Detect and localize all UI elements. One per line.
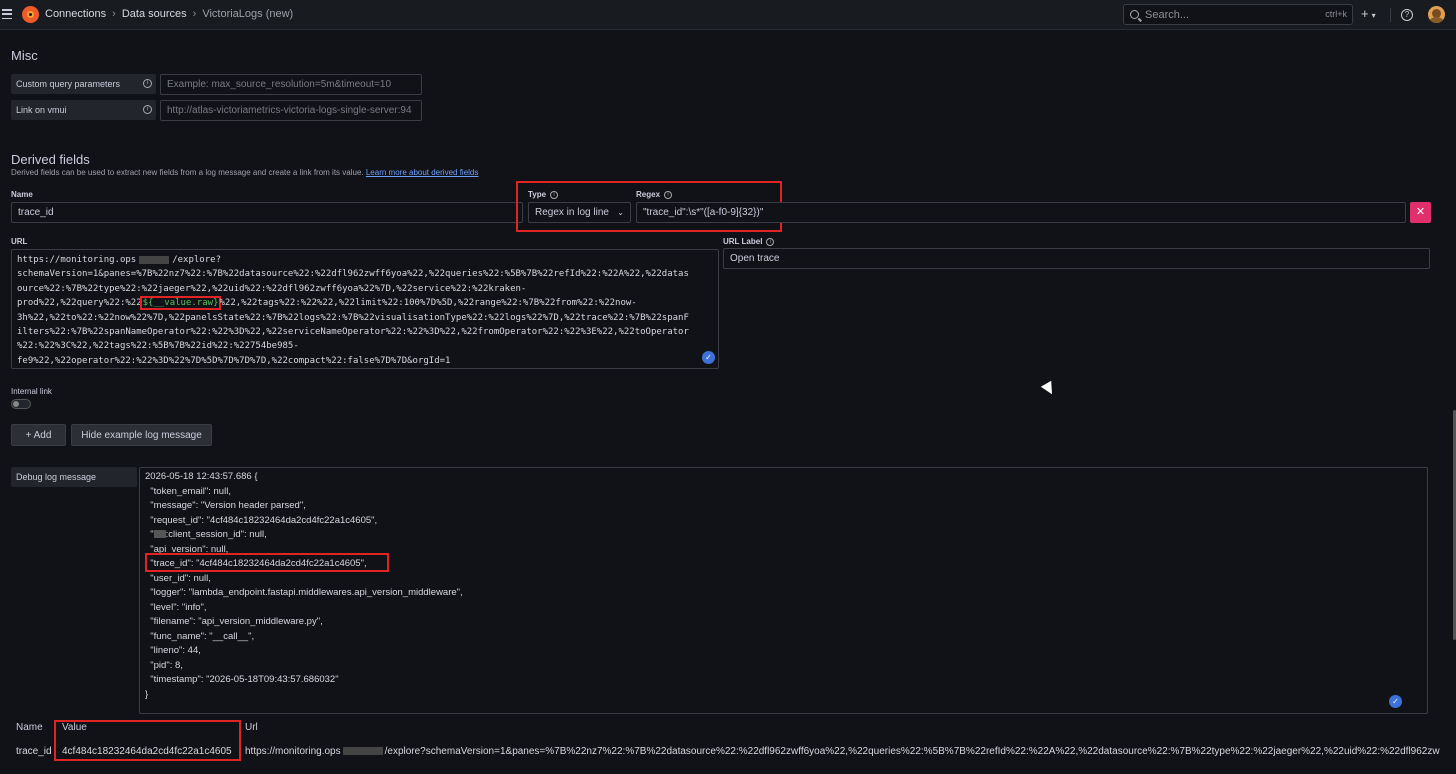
result-name: trace_id [16,746,52,757]
description-text: Derived fields can be used to extract ne… [11,168,364,177]
custom-query-label-text: Custom query parameters [16,79,121,89]
value-raw-variable: ${__value.raw} [139,296,222,311]
result-value: 4cf484c18232464da2cd4fc22a1c4605 [62,746,232,757]
breadcrumb-connections[interactable]: Connections [45,8,106,20]
column-header-name: Name [16,722,43,733]
help-icon[interactable]: ? [1401,9,1413,21]
custom-query-input[interactable]: Example: max_source_resolution=5m&timeou… [160,74,422,95]
plus-icon: + [1361,6,1369,21]
info-icon[interactable]: i [143,79,152,88]
log-line: :client_session_id": null, [165,529,267,540]
url-label-input[interactable]: Open trace [723,248,1430,269]
redacted-text [153,530,166,539]
log-line: "message": "Version header parsed", [145,500,306,511]
url-label-label: URL Label i [723,237,775,246]
redacted-text [342,747,383,756]
name-label: Name [11,190,33,199]
log-line: "timestamp": "2026-05-18T09:43:57.686032… [145,674,339,685]
result-url-prefix: https://monitoring.ops [245,746,341,757]
type-select-value: Regex in log line [535,207,609,218]
check-icon: ✓ [702,351,715,364]
url-line: ilters%22:%7B%22spanNameOperator%22:%22%… [17,327,689,338]
type-select[interactable]: Regex in log line ⌄ [528,202,631,223]
name-input[interactable]: trace_id [11,202,523,223]
type-label-text: Type [528,190,547,199]
custom-query-label: Custom query parameters i [11,74,156,94]
breadcrumb-separator: › [112,8,116,20]
log-line: } [145,688,149,700]
avatar[interactable] [1428,6,1445,23]
info-icon[interactable]: i [766,237,775,246]
url-textarea[interactable]: https://monitoring.ops/explore? schemaVe… [11,249,719,369]
url-label: URL [11,237,28,246]
url-line: %22,%22tags%22:%22%22,%22limit%22:100%7D… [219,298,637,309]
mouse-cursor-icon [1040,380,1058,398]
search-placeholder: Search... [1145,8,1190,21]
link-vmui-label-text: Link on vmui [16,105,67,115]
divider [1390,8,1391,22]
derived-fields-description: Derived fields can be used to extract ne… [11,168,478,177]
url-line: https://monitoring.ops [17,255,137,265]
add-field-button[interactable]: + Add [11,424,66,446]
type-label: Type i [528,190,559,199]
log-line: "token_email": null, [145,485,231,497]
log-line: "pid": 8, [145,659,183,671]
debug-log-label: Debug log message [11,467,137,487]
misc-section-title: Misc [11,48,38,63]
regex-label-text: Regex [636,190,661,199]
log-line: "user_id": null, [145,572,211,584]
search-shortcut: ctrl+k [1325,9,1347,19]
log-line: "request_id": "4cf484c18232464da2cd4fc22… [145,514,378,526]
url-line: /explore? [172,255,221,265]
url-line: fe9%22,%22operator%22:%22%3D%22%7D%5D%7D… [17,355,451,366]
breadcrumb-separator: › [192,8,197,20]
log-line: "func_name": "__call__", [145,630,255,642]
chevron-down-icon: ⌄ [617,208,624,217]
delete-field-button[interactable]: ✕ [1410,202,1431,223]
link-vmui-label: Link on vmui i [11,100,156,120]
top-navbar: Connections › Data sources › VictoriaLog… [0,0,1456,30]
derived-fields-title: Derived fields [11,152,90,167]
menu-icon[interactable] [2,8,12,20]
regex-label: Regex i [636,190,673,199]
search-input[interactable]: Search... ctrl+k [1123,4,1353,25]
check-icon: ✓ [1389,695,1402,708]
url-line: %22:%22%3C%22,%22tags%22:%5B%7B%22id%22:… [17,341,299,352]
column-header-url: Url [245,722,258,733]
debug-log-textarea[interactable]: 2026-05-18 12:43:57.686 { "token_email":… [139,467,1428,714]
breadcrumb-data-sources[interactable]: Data sources [122,8,187,20]
internal-link-label: Internal link [11,387,52,396]
info-icon[interactable]: i [550,190,559,199]
regex-input[interactable]: "trace_id":\s*"([a-f0-9]{32})" [636,202,1406,223]
url-line: prod%22,%22query%22:%22 [17,298,142,309]
search-icon [1130,10,1139,19]
hide-example-button[interactable]: Hide example log message [71,424,212,446]
breadcrumb: Connections › Data sources › VictoriaLog… [45,8,293,20]
chevron-down-icon: ▾ [1371,11,1376,20]
url-line: ource%22:%7B%22type%22:%22jaeger%22,%22u… [17,283,527,294]
info-icon[interactable]: i [664,190,673,199]
info-icon[interactable]: i [143,105,152,114]
redacted-text [139,255,170,264]
log-line: "level": "info", [145,601,207,613]
log-line: "logger": "lambda_endpoint.fastapi.middl… [145,587,463,598]
log-line: " [145,529,154,540]
breadcrumb-current: VictoriaLogs (new) [202,8,294,20]
log-line: "lineno": 44, [145,645,201,656]
learn-more-link[interactable]: Learn more about derived fields [366,168,479,177]
add-new-button[interactable]: + ▾ [1361,6,1376,22]
internal-link-toggle[interactable] [11,399,31,409]
highlight-box [145,553,389,572]
log-line: 2026-05-18 12:43:57.686 { [145,471,258,482]
result-url: https://monitoring.ops/explore?schemaVer… [245,746,1450,757]
result-url-suffix: /explore?schemaVersion=1&panes=%7B%22nz7… [384,746,1440,757]
url-line: 3h%22,%22to%22:%22now%22%7D,%22panelsSta… [17,312,689,323]
grafana-logo-icon[interactable] [22,6,39,23]
url-line: schemaVersion=1&panes=%7B%22nz7%22:%7B%2… [17,269,689,280]
log-line: "filename": "api_version_middleware.py", [145,616,323,627]
url-label-label-text: URL Label [723,237,763,246]
link-vmui-input[interactable]: http://atlas-victoriametrics-victoria-lo… [160,100,422,121]
scrollbar[interactable] [1452,30,1456,774]
